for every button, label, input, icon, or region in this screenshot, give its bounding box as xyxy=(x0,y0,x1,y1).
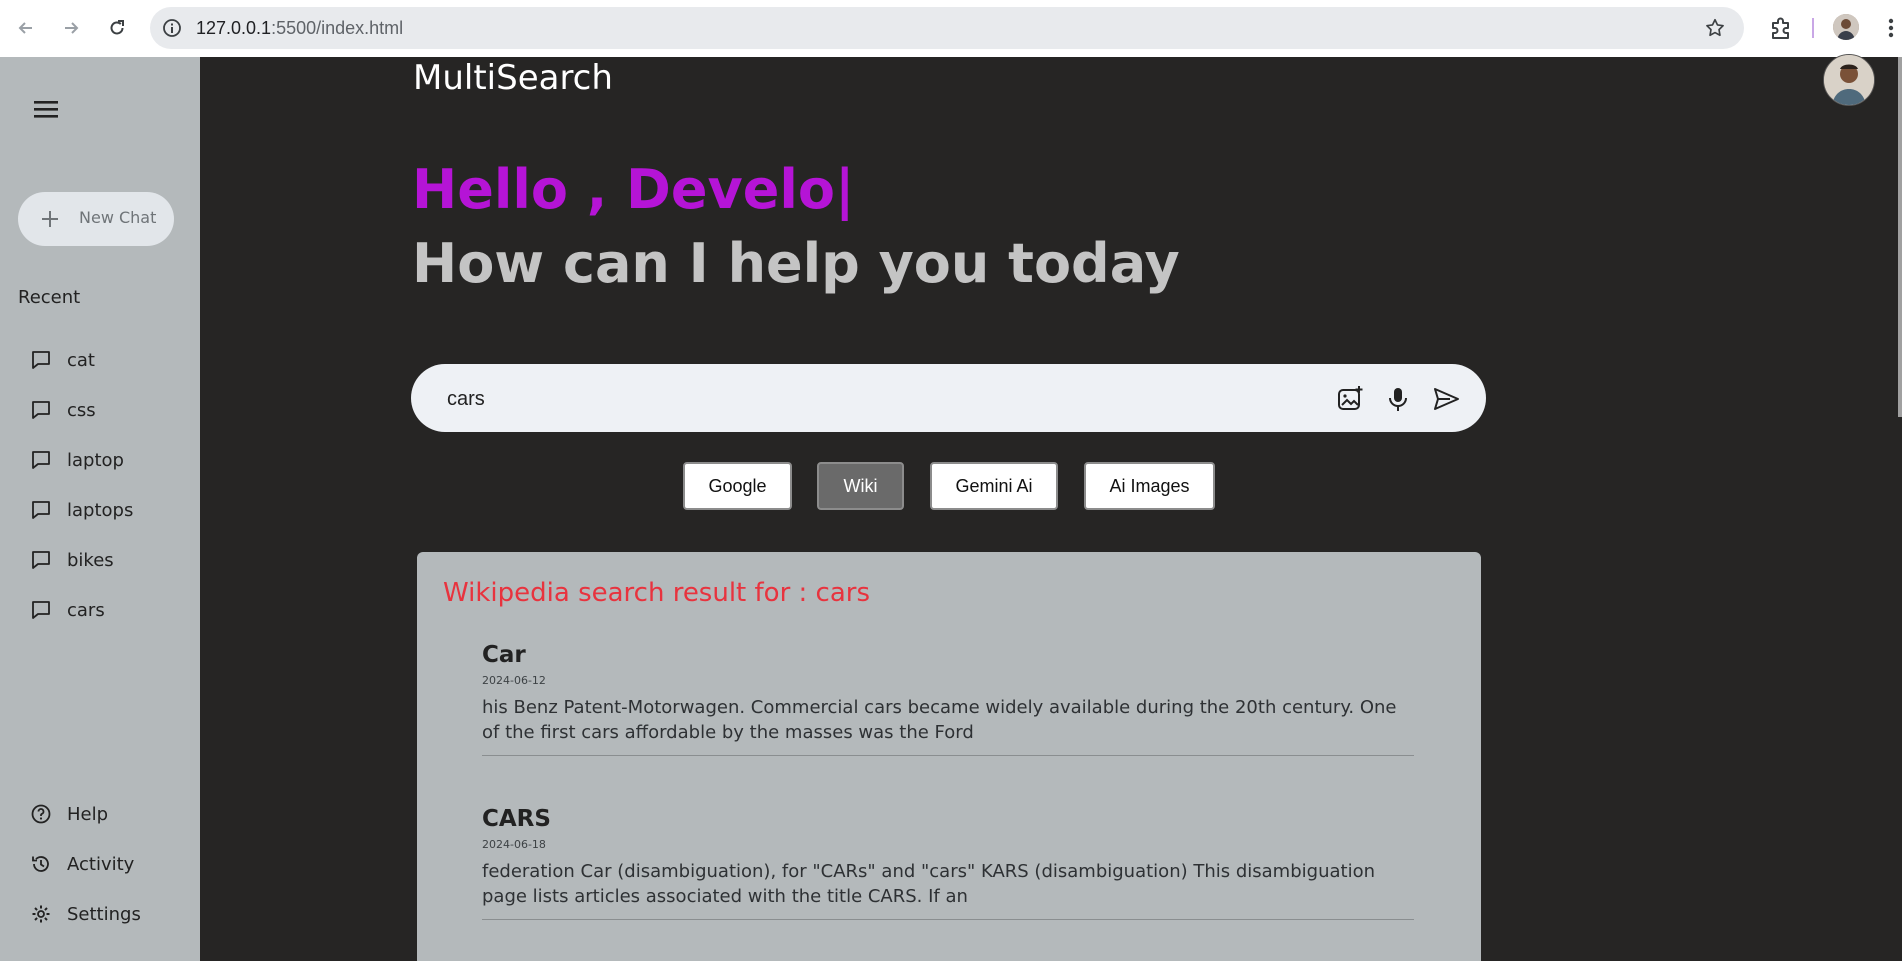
chat-bubble-icon xyxy=(32,351,50,369)
help-label: Help xyxy=(67,803,109,825)
recent-item-label: bikes xyxy=(67,549,114,571)
bookmark-star-icon[interactable] xyxy=(1704,17,1726,39)
result-snippet: his Benz Patent-Motorwagen. Commercial c… xyxy=(482,697,1397,743)
new-chat-label: New Chat xyxy=(79,208,157,227)
results-title: Wikipedia search result for : cars xyxy=(443,578,871,608)
filter-wiki-button[interactable]: Wiki xyxy=(817,462,904,510)
history-icon xyxy=(32,856,49,872)
forward-arrow-icon xyxy=(65,22,79,34)
recent-item-label: cat xyxy=(67,349,95,371)
filter-google-button[interactable]: Google xyxy=(683,462,792,510)
search-bar xyxy=(411,364,1486,432)
extensions-puzzle-icon[interactable] xyxy=(1767,14,1795,42)
recent-item-label: cars xyxy=(67,599,105,621)
results-panel: Wikipedia search result for : cars Car 2… xyxy=(417,552,1481,961)
recent-item-cat[interactable]: cat xyxy=(30,345,95,375)
recent-item-label: laptop xyxy=(67,449,124,471)
chat-bubble-icon xyxy=(32,551,50,569)
settings-button[interactable]: Settings xyxy=(30,899,141,929)
person-icon xyxy=(1824,55,1874,105)
result-title[interactable]: CARS xyxy=(482,806,1414,832)
chat-bubble-icon xyxy=(32,401,50,419)
filter-ai-images-button[interactable]: Ai Images xyxy=(1084,462,1215,510)
reload-icon xyxy=(110,20,124,35)
chat-bubble-icon xyxy=(32,601,50,619)
recent-item-laptops[interactable]: laptops xyxy=(30,495,133,525)
browser-menu-icon[interactable] xyxy=(1884,14,1898,42)
recent-item-bikes[interactable]: bikes xyxy=(30,545,114,575)
sidebar: New Chat Recent cat css laptop laptops b… xyxy=(0,57,200,961)
recent-item-label: css xyxy=(67,399,96,421)
activity-label: Activity xyxy=(67,853,135,875)
search-input[interactable] xyxy=(445,382,1329,416)
help-button[interactable]: Help xyxy=(30,799,108,829)
result-title[interactable]: Car xyxy=(482,642,1414,668)
back-button[interactable] xyxy=(12,14,40,42)
page-scrollbar[interactable] xyxy=(1898,57,1902,417)
user-avatar[interactable] xyxy=(1823,54,1875,106)
result-date: 2024-06-12 xyxy=(482,674,546,687)
app-title: MultiSearch xyxy=(413,58,613,98)
send-icon[interactable] xyxy=(1431,384,1461,414)
person-icon xyxy=(1833,14,1859,40)
settings-label: Settings xyxy=(67,903,141,925)
greeting-subtitle: How can I help you today xyxy=(412,232,1180,295)
gear-icon xyxy=(32,905,50,923)
microphone-icon[interactable] xyxy=(1383,384,1413,414)
site-info-icon[interactable] xyxy=(162,18,182,38)
recent-item-label: laptops xyxy=(67,499,134,521)
result-item[interactable]: CARS 2024-06-18 federation Car (disambig… xyxy=(482,806,1414,920)
greeting-title: Hello , Develo| xyxy=(412,158,855,221)
new-chat-button[interactable]: New Chat xyxy=(18,192,174,246)
hamburger-menu-icon[interactable] xyxy=(30,93,62,125)
reload-button[interactable] xyxy=(103,14,131,42)
help-circle-icon xyxy=(31,804,51,824)
result-date: 2024-06-18 xyxy=(482,838,546,851)
activity-button[interactable]: Activity xyxy=(30,849,134,879)
chat-bubble-icon xyxy=(32,501,50,519)
result-snippet: federation Car (disambiguation), for "CA… xyxy=(482,861,1375,907)
url-text: 127.0.0.1:5500/index.html xyxy=(196,18,404,38)
plus-icon xyxy=(42,211,58,227)
chat-bubble-icon xyxy=(32,451,50,469)
recent-item-laptop[interactable]: laptop xyxy=(30,445,124,475)
filter-gemini-button[interactable]: Gemini Ai xyxy=(930,462,1058,510)
forward-button[interactable] xyxy=(57,14,85,42)
add-image-icon[interactable] xyxy=(1335,384,1365,414)
toolbar-separator xyxy=(1812,18,1814,38)
recent-item-css[interactable]: css xyxy=(30,395,96,425)
result-item[interactable]: Car 2024-06-12 his Benz Patent-Motorwage… xyxy=(482,642,1414,756)
browser-toolbar: 127.0.0.1:5500/index.html xyxy=(0,0,1902,57)
recent-heading: Recent xyxy=(18,287,81,308)
browser-profile-avatar[interactable] xyxy=(1833,14,1859,40)
recent-item-cars[interactable]: cars xyxy=(30,595,105,625)
back-arrow-icon xyxy=(18,22,32,34)
address-bar[interactable]: 127.0.0.1:5500/index.html xyxy=(150,7,1744,49)
